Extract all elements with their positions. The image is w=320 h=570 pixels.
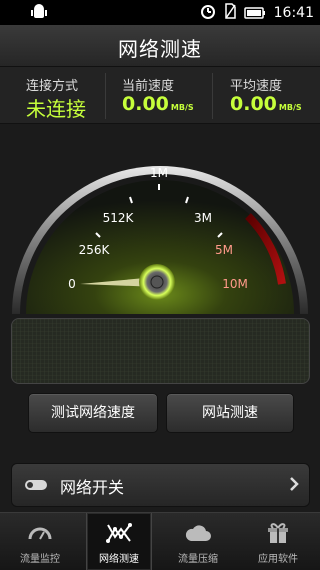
tab-apps[interactable]: 应用软件	[246, 513, 310, 570]
network-icon	[106, 523, 132, 543]
toggle-icon	[25, 480, 47, 490]
stat-value: 0.00 MB/S	[230, 93, 302, 115]
network-switch-label: 网络开关	[60, 478, 125, 497]
current-speed-stat: 当前速度 0.00 MB/S	[106, 67, 212, 123]
average-speed-stat: 平均速度 0.00 MB/S	[213, 67, 320, 123]
tick-label: 3M	[194, 211, 212, 225]
stats-panel: 连接方式 未连接 当前速度 0.00 MB/S 平均速度 0.00 MB/S	[0, 67, 320, 124]
chevron-right-icon	[289, 476, 299, 496]
tab-label: 网络测速	[99, 554, 139, 565]
tab-network-speed[interactable]: 网络测速	[86, 513, 152, 570]
connection-type-stat: 连接方式 未连接	[0, 67, 105, 123]
graph-grid	[12, 319, 309, 383]
tick-label: 10M	[222, 277, 248, 291]
tick-label: 0	[68, 277, 76, 291]
title-bar: 网络测速	[0, 25, 320, 67]
stat-value: 未连接	[26, 97, 86, 121]
speed-graph-area	[11, 318, 310, 384]
tab-traffic-monitor[interactable]: 流量监控	[8, 513, 72, 570]
android-icon	[30, 3, 48, 25]
status-bar: 16:41	[0, 0, 320, 25]
test-network-speed-button[interactable]: 测试网络速度	[28, 393, 158, 433]
tick-label: 256K	[79, 243, 111, 257]
speed-gauge: 0 256K 512K 1M 3M 5M 10M	[12, 166, 308, 314]
bottom-tab-bar: 流量监控 网络测速 流量压缩 应用软件	[0, 512, 320, 570]
network-switch-row[interactable]: 网络开关	[11, 463, 310, 507]
tab-traffic-compress[interactable]: 流量压缩	[166, 513, 230, 570]
stat-value: 0.00 MB/S	[122, 93, 194, 115]
tick-label: 5M	[215, 243, 233, 257]
no-sim-icon	[224, 3, 236, 23]
gauge-icon	[28, 527, 52, 540]
tab-label: 应用软件	[258, 554, 298, 565]
stat-label: 平均速度	[230, 79, 283, 94]
status-time: 16:41	[273, 5, 314, 21]
battery-icon	[243, 4, 266, 23]
page-title: 网络测速	[118, 37, 202, 61]
cloud-icon	[185, 525, 211, 541]
tick-label: 512K	[103, 211, 135, 225]
alarm-icon	[200, 3, 216, 23]
website-speed-test-button[interactable]: 网站测速	[166, 393, 294, 433]
tab-label: 流量压缩	[178, 554, 218, 565]
tick-label: 1M	[150, 166, 168, 180]
stat-label: 连接方式	[26, 79, 79, 94]
stat-label: 当前速度	[122, 79, 175, 94]
tab-label: 流量监控	[20, 554, 60, 565]
gift-icon	[268, 523, 288, 543]
